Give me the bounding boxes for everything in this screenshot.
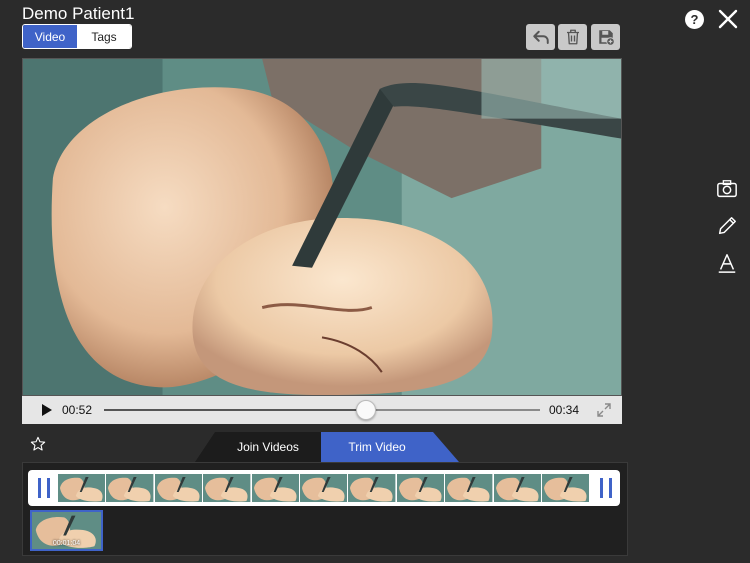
edit-mode-tabs: Join Videos Trim Video bbox=[195, 432, 465, 462]
video-clip-thumbnail[interactable]: 00:01:04 bbox=[30, 510, 103, 551]
pencil-icon[interactable] bbox=[716, 215, 738, 237]
filmstrip-frame bbox=[203, 474, 252, 502]
filmstrip-frame bbox=[348, 474, 397, 502]
video-controls-bar: 00:52 00:34 bbox=[22, 396, 622, 424]
delete-button[interactable] bbox=[558, 24, 587, 50]
trim-start-handle[interactable] bbox=[38, 478, 50, 498]
camera-icon[interactable] bbox=[716, 178, 738, 200]
tab-trim-video[interactable]: Trim Video bbox=[321, 432, 433, 462]
undo-button[interactable] bbox=[526, 24, 555, 50]
filmstrip-frames bbox=[58, 474, 590, 502]
filmstrip-frame bbox=[58, 474, 107, 502]
tab-trim-edge bbox=[433, 432, 459, 462]
trim-end-handle[interactable] bbox=[600, 478, 612, 498]
save-add-icon bbox=[598, 30, 615, 46]
tab-join-edge bbox=[195, 432, 215, 462]
play-icon[interactable] bbox=[42, 404, 52, 416]
segment-video[interactable]: Video bbox=[23, 25, 77, 48]
filmstrip-frame bbox=[396, 474, 446, 502]
tab-join-videos[interactable]: Join Videos bbox=[215, 432, 321, 462]
view-segmented-control: Video Tags bbox=[22, 24, 132, 49]
scrubber-thumb[interactable] bbox=[355, 400, 376, 420]
video-player-frame[interactable] bbox=[22, 58, 622, 396]
text-icon[interactable] bbox=[716, 252, 738, 274]
undo-icon bbox=[532, 30, 549, 44]
favorite-star-icon[interactable] bbox=[30, 436, 46, 452]
help-icon[interactable]: ? bbox=[685, 10, 704, 29]
patient-name-title: Demo Patient1 bbox=[22, 4, 135, 23]
clip-time-label: 00:01:04 bbox=[52, 540, 81, 547]
filmstrip-frame bbox=[299, 474, 349, 502]
dental-video-image bbox=[23, 59, 621, 395]
scrubber-track[interactable] bbox=[104, 409, 540, 411]
filmstrip-frame bbox=[106, 474, 155, 502]
segment-tags[interactable]: Tags bbox=[77, 25, 131, 48]
trash-icon bbox=[566, 29, 579, 45]
fullscreen-expand-icon[interactable] bbox=[597, 403, 611, 417]
filmstrip-frame bbox=[251, 474, 300, 502]
close-icon[interactable] bbox=[717, 8, 739, 30]
filmstrip-frame bbox=[154, 474, 204, 502]
remaining-time: 00:34 bbox=[549, 403, 580, 417]
filmstrip-frame bbox=[445, 474, 494, 502]
trim-filmstrip[interactable] bbox=[28, 470, 620, 506]
save-button[interactable] bbox=[591, 24, 620, 50]
current-time: 00:52 bbox=[62, 403, 93, 417]
scrubber-progress bbox=[104, 409, 366, 411]
filmstrip-frame bbox=[541, 474, 590, 502]
filmstrip-frame bbox=[493, 474, 542, 502]
